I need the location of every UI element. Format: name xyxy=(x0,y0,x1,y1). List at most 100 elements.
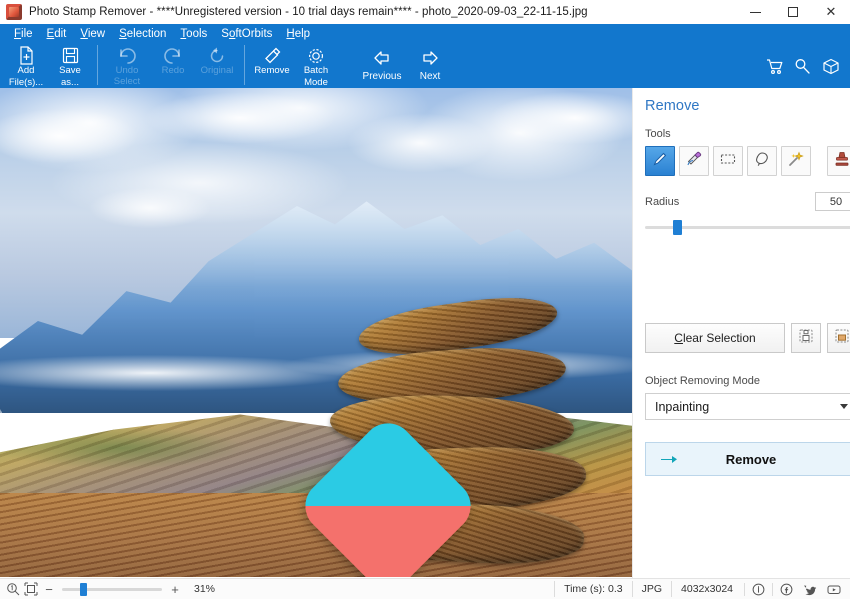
object-removing-mode-value: Inpainting xyxy=(655,400,709,414)
lasso-tool-button[interactable] xyxy=(747,146,777,176)
selection-actions: Clear Selection xyxy=(645,323,850,353)
arrow-right-icon xyxy=(420,48,440,68)
menu-bar: FFileile Edit View Selection Tools SoftO… xyxy=(0,24,850,43)
save-as-label-line1: Save xyxy=(59,66,81,77)
menu-edit[interactable]: Edit xyxy=(41,25,73,43)
lasso-icon xyxy=(753,150,771,173)
zoom-out-button[interactable]: − xyxy=(40,583,58,596)
add-files-label-line2: File(s)... xyxy=(9,78,43,89)
status-separator-1 xyxy=(744,583,745,596)
chevron-down-icon xyxy=(840,404,848,409)
undo-label: Undo Select xyxy=(103,66,151,87)
menu-file[interactable]: FFileile xyxy=(8,25,39,43)
title-bar: Photo Stamp Remover - ****Unregistered v… xyxy=(0,0,850,24)
radius-slider[interactable] xyxy=(645,219,850,235)
key-icon[interactable] xyxy=(794,57,812,75)
ribbon-right-icons xyxy=(766,57,840,75)
save-selection-icon xyxy=(798,328,814,349)
minimize-icon xyxy=(750,12,761,13)
info-icon[interactable] xyxy=(747,581,770,597)
zoom-slider-track xyxy=(62,588,162,591)
marker-tool-button[interactable] xyxy=(645,146,675,176)
clear-selection-button[interactable]: Clear Selection xyxy=(645,323,785,353)
panel-title: Remove xyxy=(645,98,850,114)
twitter-icon[interactable] xyxy=(798,581,822,597)
redo-button: Redo xyxy=(151,43,195,77)
zoom-1-to-1-icon[interactable] xyxy=(4,582,22,596)
undo-icon xyxy=(117,46,137,65)
original-label: Original xyxy=(201,66,234,77)
remove-toolbar-button[interactable]: Remove xyxy=(250,43,294,77)
stamp-tool-button[interactable] xyxy=(827,146,850,176)
menu-selection[interactable]: Selection xyxy=(113,25,172,43)
tool-palette xyxy=(645,146,850,176)
zoom-slider-thumb[interactable] xyxy=(80,583,87,596)
status-separator-2 xyxy=(772,583,773,596)
youtube-icon[interactable] xyxy=(822,581,846,597)
batch-mode-label-line1: Batch xyxy=(304,66,328,77)
close-button[interactable]: ✕ xyxy=(812,0,850,24)
save-icon xyxy=(62,46,79,65)
shopping-cart-icon[interactable] xyxy=(766,57,784,75)
eraser-icon xyxy=(685,150,703,173)
application-window: Photo Stamp Remover - ****Unregistered v… xyxy=(0,0,850,599)
file-format-label: JPG xyxy=(632,581,671,597)
radius-value-field[interactable]: 50 xyxy=(815,192,850,211)
radius-slider-thumb[interactable] xyxy=(673,220,682,235)
menu-view[interactable]: View xyxy=(74,25,111,43)
arrow-left-icon xyxy=(372,48,392,68)
toolbar: Add File(s)... Save as... Undo Select xyxy=(0,43,850,88)
zoom-in-button[interactable]: + xyxy=(166,583,184,596)
ribbon: FFileile Edit View Selection Tools SoftO… xyxy=(0,24,850,88)
next-button[interactable]: Next xyxy=(406,43,454,82)
undo-button: Undo Select xyxy=(103,43,151,87)
magic-wand-icon xyxy=(787,150,805,173)
image-dimensions-label: 4032x3024 xyxy=(671,581,742,597)
add-file-icon xyxy=(18,46,35,65)
batch-mode-label-line2: Mode xyxy=(304,78,328,89)
magic-wand-tool-button[interactable] xyxy=(781,146,811,176)
original-icon xyxy=(208,46,226,65)
remove-eraser-icon xyxy=(262,46,282,65)
image-canvas[interactable]: 2020 / 09 / 03 xyxy=(0,88,632,578)
next-label: Next xyxy=(420,71,441,82)
stamp-icon xyxy=(833,150,850,173)
add-files-button[interactable]: Add File(s)... xyxy=(4,43,48,88)
object-removing-mode-label: Object Removing Mode xyxy=(645,375,850,387)
radius-label: Radius xyxy=(645,196,679,208)
toolbar-separator-1 xyxy=(97,45,98,85)
batch-mode-button[interactable]: Batch Mode xyxy=(294,43,338,88)
eraser-tool-button[interactable] xyxy=(679,146,709,176)
fit-to-window-icon[interactable] xyxy=(22,582,40,596)
object-removing-mode-select[interactable]: Inpainting xyxy=(645,393,850,420)
menu-help[interactable]: Help xyxy=(280,25,316,43)
package-icon[interactable] xyxy=(822,57,840,75)
arrow-right-icon xyxy=(660,452,678,466)
redo-icon xyxy=(163,46,183,65)
remove-panel: Remove Tools xyxy=(632,88,850,578)
processing-time-label: Time (s): 0.3 xyxy=(554,581,632,597)
maximize-button[interactable] xyxy=(774,0,812,24)
remove-action-button[interactable]: Remove xyxy=(645,442,850,476)
previous-button[interactable]: Previous xyxy=(358,43,406,82)
minimize-button[interactable] xyxy=(736,0,774,24)
load-selection-icon xyxy=(834,328,850,349)
photo-image[interactable]: 2020 / 09 / 03 xyxy=(0,88,632,577)
save-selection-button[interactable] xyxy=(791,323,821,353)
save-as-label-line2: as... xyxy=(61,78,79,89)
menu-softorbits[interactable]: SoftOrbits xyxy=(215,25,278,43)
save-as-button[interactable]: Save as... xyxy=(48,43,92,88)
close-icon: ✕ xyxy=(826,6,837,19)
gear-icon xyxy=(307,46,325,65)
window-controls: ✕ xyxy=(736,0,850,24)
add-files-label-line1: Add xyxy=(18,66,35,77)
menu-tools[interactable]: Tools xyxy=(174,25,213,43)
clear-selection-label: Clear Selection xyxy=(674,331,755,345)
maximize-icon xyxy=(788,7,798,17)
rectangle-select-tool-button[interactable] xyxy=(713,146,743,176)
canvas-background xyxy=(0,577,632,578)
redo-label: Redo xyxy=(162,66,185,77)
zoom-slider[interactable] xyxy=(62,582,162,596)
facebook-icon[interactable] xyxy=(775,581,798,597)
load-selection-button[interactable] xyxy=(827,323,850,353)
